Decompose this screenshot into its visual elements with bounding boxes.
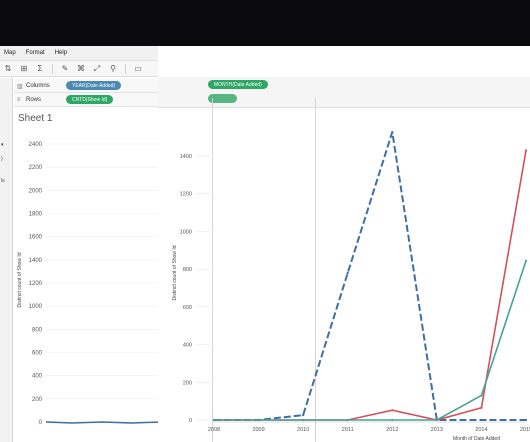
series-point: [480, 418, 483, 422]
right-x-tick-label: 2015: [520, 427, 530, 433]
sum-icon[interactable]: Σ: [34, 63, 46, 75]
toolbar-separator: [52, 63, 53, 74]
series-point: [391, 409, 394, 412]
left-chart: 2400220020001800160014001200100080060040…: [17, 142, 160, 426]
series-point: [302, 414, 305, 417]
sort-icon[interactable]: ⇅: [2, 63, 14, 75]
series-point: [212, 418, 216, 422]
pane-collapse-icon[interactable]: ▾: [1, 142, 4, 148]
pane-item[interactable]: ): [1, 156, 3, 162]
right-y-tick-label: 1000: [180, 229, 192, 235]
month-date-added-pill[interactable]: MONTH(Date Added): [208, 80, 268, 89]
rows-icon: ≡: [17, 96, 21, 103]
pane-item[interactable]: ls: [1, 178, 5, 184]
right-x-tick-label: 2013: [431, 427, 443, 433]
series-point: [480, 394, 483, 397]
left-y-tick-label: 1200: [29, 281, 43, 287]
group-icon[interactable]: ⊞: [18, 63, 30, 75]
right-y-axis-label: Distinct count of Show Id: [172, 245, 178, 300]
left-y-tick-label: 0: [39, 420, 43, 426]
right-x-tick-label: 2008: [208, 427, 220, 433]
menu-format[interactable]: Format: [21, 50, 50, 56]
left-y-tick-label: 2000: [29, 188, 43, 194]
series-point: [302, 418, 305, 422]
left-y-tick-label: 400: [32, 374, 43, 380]
rows-shelf[interactable]: ≡ Rows CNTD(Show Id): [14, 93, 164, 107]
toolbar-separator: [125, 63, 126, 74]
year-date-added-pill[interactable]: YEAR(Date Added): [66, 81, 122, 90]
format-icon[interactable]: ⌘: [75, 63, 87, 75]
right-y-tick-label: 400: [183, 343, 192, 349]
overlay-band: [158, 40, 530, 46]
highlight-icon[interactable]: ✎: [59, 63, 71, 75]
columns-label: Columns: [26, 82, 50, 89]
series-point: [346, 418, 349, 422]
left-y-tick-label: 200: [32, 397, 43, 403]
right-y-tick-label: 600: [183, 305, 192, 311]
series-line-2: [214, 150, 527, 421]
series-point: [524, 149, 528, 152]
right-x-tick-label: 2009: [252, 427, 264, 433]
right-y-tick-label: 1400: [180, 154, 192, 160]
left-y-tick-label: 600: [32, 351, 43, 357]
left-y-axis-label: Distinct count of Show Id: [17, 252, 23, 307]
series-point: [524, 259, 528, 262]
columns-shelf-label: ▥ Columns: [14, 82, 66, 90]
right-y-tick-label: 0: [189, 418, 192, 424]
series-point: [524, 418, 528, 422]
menu-help[interactable]: Help: [50, 50, 72, 56]
series-point: [435, 418, 438, 422]
series-point: [391, 131, 394, 134]
left-y-tick-label: 1600: [29, 235, 43, 241]
overlay-toolbar: MONTH(Date Added): [158, 77, 530, 108]
cntd-show-id-pill[interactable]: CNTD(Show Id): [66, 95, 114, 104]
present-icon[interactable]: ▭: [132, 63, 144, 75]
sheet-title: Sheet 1: [18, 113, 53, 124]
right-x-tick-label: 2011: [342, 427, 354, 433]
left-y-tick-label: 800: [32, 327, 43, 333]
pin-icon[interactable]: ⚲: [107, 63, 119, 75]
series-line-3: [214, 260, 527, 421]
series-point: [257, 418, 260, 422]
right-y-tick-label: 200: [183, 380, 192, 386]
right-chart: 1400 1200 1000 800 600 400 200 0 2008 2009 2010 20…: [172, 131, 530, 442]
right-x-tick-label: 2010: [297, 427, 309, 433]
right-x-axis-label: Month of Date Added: [453, 436, 500, 442]
series-point: [346, 271, 349, 275]
series-point: [480, 406, 483, 409]
columns-shelf[interactable]: ▥ Columns YEAR(Date Added): [14, 79, 164, 93]
menu-map[interactable]: Map: [0, 50, 21, 56]
right-x-tick-label: 2012: [386, 427, 398, 433]
rows-label: Rows: [26, 96, 42, 103]
left-y-tick-label: 2200: [29, 165, 43, 171]
right-y-tick-label: 800: [183, 267, 192, 273]
series-line-1: [214, 131, 526, 421]
series-point: [391, 418, 394, 422]
left-y-tick-label: 1800: [29, 212, 43, 218]
right-x-tick-label: 2014: [475, 427, 487, 433]
series-line-left: [45, 421, 160, 424]
columns-icon: ▥: [17, 83, 23, 90]
left-y-tick-label: 1400: [29, 258, 43, 264]
left-y-tick-label: 1000: [29, 304, 43, 310]
left-y-tick-label: 2400: [29, 142, 43, 148]
fit-icon[interactable]: ⤢: [91, 63, 103, 75]
rows-shelf-label: ≡ Rows: [14, 97, 66, 103]
right-y-tick-label: 1200: [180, 192, 192, 198]
